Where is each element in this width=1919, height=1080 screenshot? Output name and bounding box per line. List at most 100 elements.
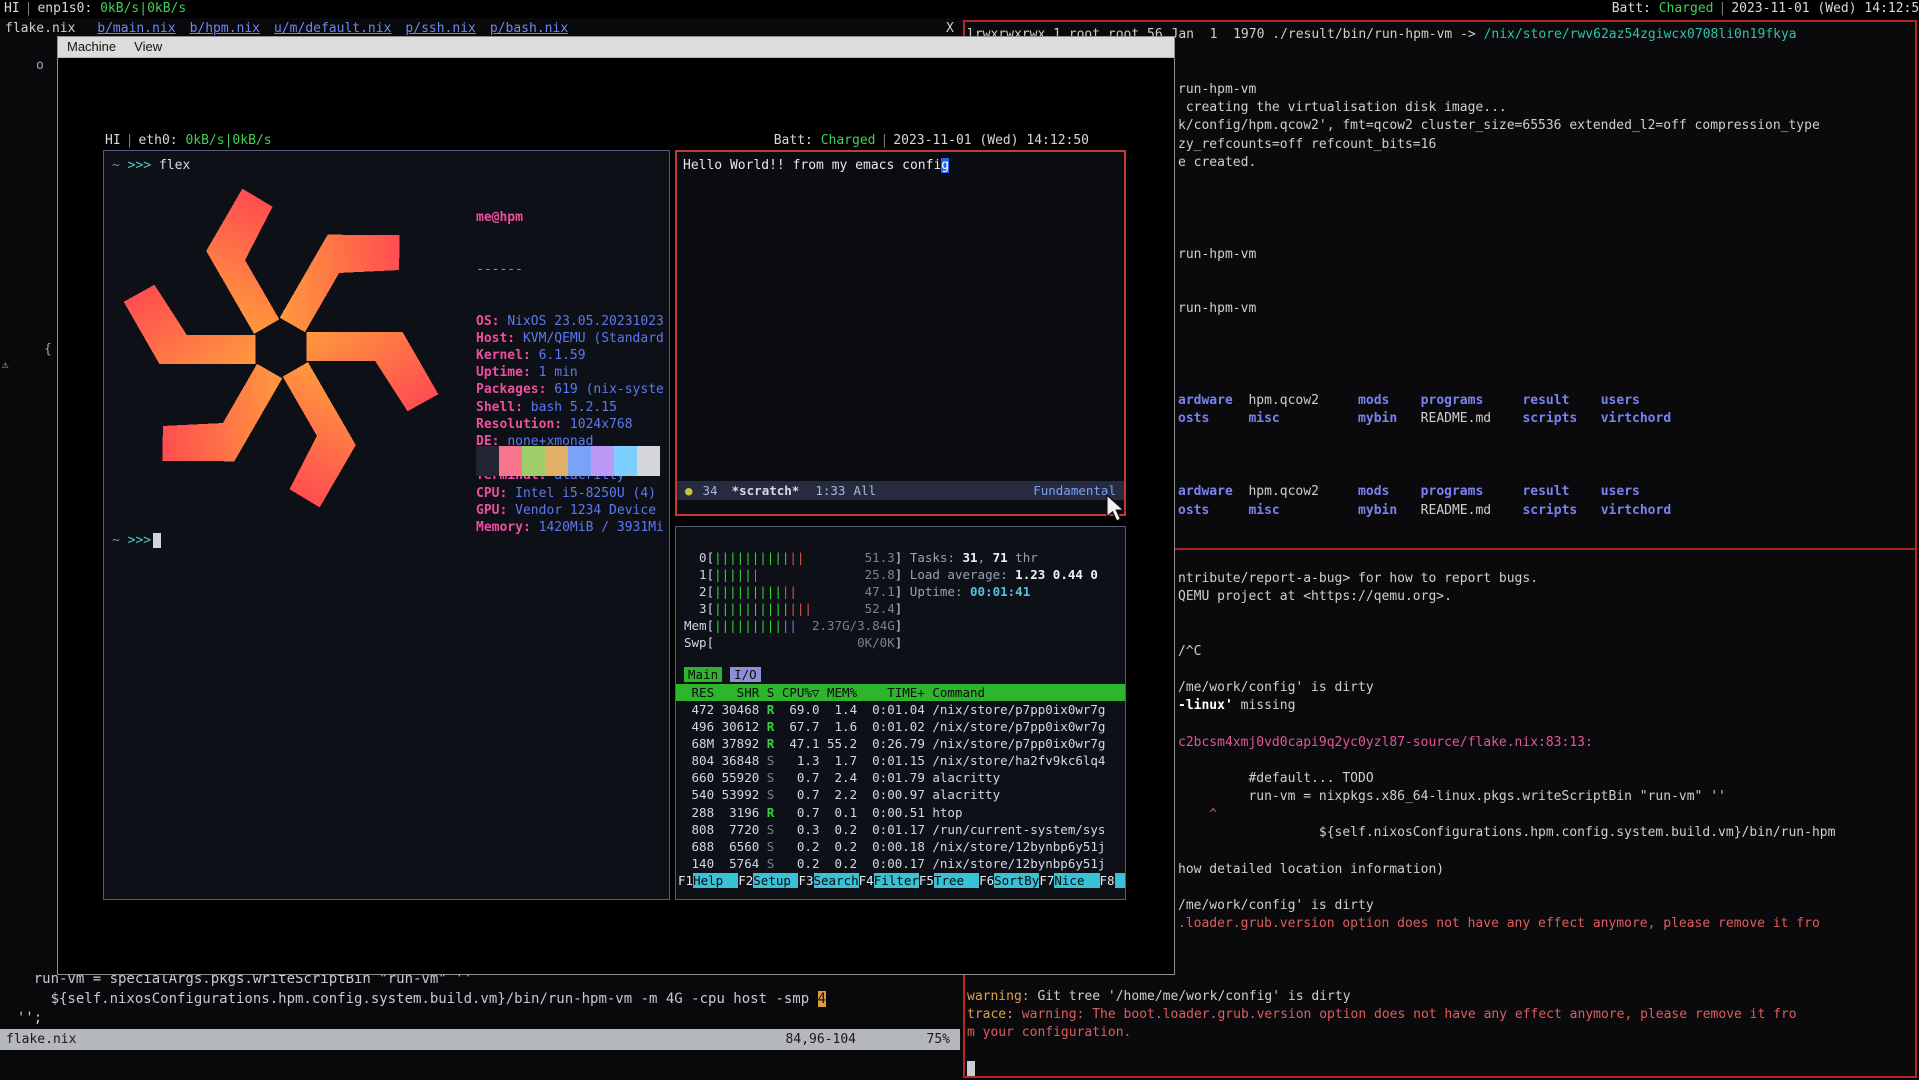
htop-row[interactable]: 140 5764 S 0.2 0.2 0:00.17 /nix/store/12…	[676, 855, 1125, 872]
fkey-f2[interactable]: F2Setup	[738, 873, 798, 888]
htop-tab-main[interactable]: Main	[684, 667, 722, 682]
palette-swatch	[476, 461, 499, 476]
text-segment	[1233, 393, 1249, 408]
prompt-path: ~	[112, 533, 120, 548]
text-segment: ||	[782, 618, 797, 633]
text-segment: users	[1601, 393, 1640, 408]
menu-machine[interactable]: Machine	[58, 37, 125, 57]
fkey-f8[interactable]: F8	[1100, 873, 1126, 888]
fetch-entries: OS: NixOS 23.05.20231023Host: KVM/QEMU (…	[476, 313, 664, 537]
emacs-window[interactable]: Hello World!! from my emacs config ● 34 …	[675, 150, 1126, 516]
vim-text-fragment: o	[36, 58, 44, 73]
htop-row[interactable]: 68M 37892 R 47.1 55.2 0:26.79 /nix/store…	[676, 735, 1125, 752]
htop-pane[interactable]: 0[|||||||||||| 51.3] Tasks: 31, 71 thr 1…	[675, 526, 1126, 900]
htop-row[interactable]: 660 55920 S 0.7 2.4 0:01.79 alacritty	[676, 769, 1125, 786]
network-status: HI|enp1s0: 0kB/s|0kB/s	[4, 0, 186, 18]
tab-p-ssh-nix[interactable]: p/ssh.nix	[405, 21, 475, 36]
statusline-filename: flake.nix	[6, 1029, 76, 1050]
code-line: '';	[0, 1009, 960, 1029]
code-line: ${self.nixosConfigurations.hpm.config.sy…	[0, 990, 960, 1010]
separator: |	[1714, 1, 1732, 16]
fetch-label: Resolution:	[476, 417, 562, 432]
text-segment: c2bcsm4xmj0vd0capi9q2yc0yzl87-source/fla…	[1178, 735, 1593, 750]
palette-row	[476, 446, 666, 461]
text-segment: ${self.nixosConfigurations.hpm.config.sy…	[1178, 825, 1835, 840]
tab-p-bash-nix[interactable]: p/bash.nix	[490, 21, 568, 36]
text-segment	[759, 567, 864, 582]
tab-b-main-nix[interactable]: b/main.nix	[97, 21, 175, 36]
fkey-f6[interactable]: F6SortBy	[979, 873, 1039, 888]
text-segment: README.md	[1421, 411, 1491, 426]
fkey-f7[interactable]: F7Nice	[1039, 873, 1099, 888]
text-segment: ]	[895, 618, 903, 633]
htop-meter: 2[||||||||||| 47.1] Uptime: 00:01:41	[684, 583, 1098, 600]
terminal-line: trace: warning: The boot.loader.grub.ver…	[965, 1006, 1913, 1024]
terminal-pane-fastfetch[interactable]: ~ >>> flex	[103, 150, 670, 900]
text-segment: /^C	[1178, 644, 1201, 659]
text-segment	[1280, 503, 1358, 518]
text-segment: 0.2 0.2 0:00.17 /nix/store/12bynbp6y51j	[774, 856, 1105, 871]
text-segment: F2	[738, 873, 753, 888]
text-segment	[1397, 503, 1420, 518]
text-segment: /me/work/config' is dirty	[1178, 680, 1374, 695]
modeline-major-mode: Fundamental	[1033, 481, 1116, 500]
htop-row[interactable]: 804 36848 S 1.3 1.7 0:01.15 /nix/store/h…	[676, 752, 1125, 769]
htop-row[interactable]: 808 7720 S 0.3 0.2 0:01.17 /run/current-…	[676, 821, 1125, 838]
shell-prompt: ~ >>>	[112, 533, 161, 548]
desktop-root: HI|enp1s0: 0kB/s|0kB/s Batt: Charged|202…	[0, 0, 1919, 1080]
text-segment: ||||||||||	[714, 550, 789, 565]
text-segment: m your configuration.	[967, 1025, 1131, 1040]
vm-battery-label: Batt:	[774, 133, 813, 148]
fetch-label: Shell:	[476, 400, 523, 415]
htop-row[interactable]: 472 30468 R 69.0 1.4 0:01.04 /nix/store/…	[676, 701, 1125, 718]
statusline-cursor-position: 84,96-104	[786, 1029, 856, 1050]
qemu-window[interactable]: MachineView HI|eth0: 0kB/s|0kB/s Batt: C…	[57, 36, 1175, 975]
menu-view[interactable]: View	[125, 37, 171, 57]
modeline-dot-icon: ●	[685, 481, 693, 500]
text-segment	[1280, 411, 1358, 426]
fetch-label: GPU:	[476, 503, 507, 518]
fetch-label: Kernel:	[476, 348, 531, 363]
palette-swatch	[637, 446, 660, 461]
vm-interface-name: eth0:	[138, 133, 177, 148]
fkey-f1[interactable]: F1Help	[678, 873, 738, 888]
htop-row[interactable]: 496 30612 R 67.7 1.6 0:01.02 /nix/store/…	[676, 718, 1125, 735]
text-segment: 69.0 1.4 0:01.04 /nix/store/p7pp0ix0wr7g	[774, 702, 1105, 717]
text-segment: Filter	[874, 873, 919, 888]
fkey-f5[interactable]: F5Tree	[919, 873, 979, 888]
palette-swatch	[545, 461, 568, 476]
fetch-entry: CPU: Intel i5-8250U (4)	[476, 485, 664, 502]
vim-buffer[interactable]: run-vm = specialArgs.pkgs.writeScriptBin…	[0, 970, 960, 1029]
text-segment: Tasks:	[902, 550, 962, 565]
tab-flake-nix[interactable]: flake.nix	[5, 21, 75, 36]
htop-row[interactable]: 288 3196 R 0.7 0.1 0:00.51 htop	[676, 804, 1125, 821]
htop-tab-io[interactable]: I/O	[730, 667, 761, 682]
htop-row[interactable]: 688 6560 S 0.2 0.2 0:00.18 /nix/store/12…	[676, 838, 1125, 855]
fetch-value: 1 min	[539, 365, 578, 380]
fkey-f3[interactable]: F3Search	[798, 873, 858, 888]
palette-swatch	[614, 461, 637, 476]
vm-display[interactable]: HI|eth0: 0kB/s|0kB/s Batt: Charged|2023-…	[103, 132, 1127, 900]
terminal-line: m your configuration.	[965, 1024, 1913, 1042]
separator: |	[121, 133, 139, 148]
text-segment: 288 3196	[684, 805, 767, 820]
vm-clock: 2023-11-01 (Wed) 14:12:50	[893, 133, 1089, 148]
text-segment: misc	[1248, 503, 1279, 518]
htop-tabs: Main I/O	[684, 667, 761, 682]
text-segment: Uptime:	[902, 584, 970, 599]
emacs-buffer-text[interactable]: Hello World!! from my emacs config	[683, 158, 949, 173]
text-segment: ]	[895, 601, 903, 616]
text-segment: 496 30612	[684, 719, 767, 734]
tab-b-hpm-nix[interactable]: b/hpm.nix	[190, 21, 260, 36]
text-segment: mods	[1358, 484, 1389, 499]
text-segment: ,	[978, 550, 993, 565]
fkey-f4[interactable]: F4Filter	[859, 873, 919, 888]
text-segment: zy_refcounts=off refcount_bits=16	[1178, 137, 1436, 152]
tab-u-m-default-nix[interactable]: u/m/default.nix	[274, 21, 391, 36]
htop-row[interactable]: 540 53992 S 0.7 2.2 0:00.97 alacritty	[676, 786, 1125, 803]
status-bar-outer: HI|enp1s0: 0kB/s|0kB/s Batt: Charged|202…	[0, 0, 1919, 18]
text-segment: 808 7720	[684, 822, 767, 837]
fetch-value: 1024x768	[570, 417, 633, 432]
htop-table-header[interactable]: RES SHR S CPU%▽ MEM% TIME+ Command	[676, 684, 1125, 701]
text-segment: F6	[979, 873, 994, 888]
